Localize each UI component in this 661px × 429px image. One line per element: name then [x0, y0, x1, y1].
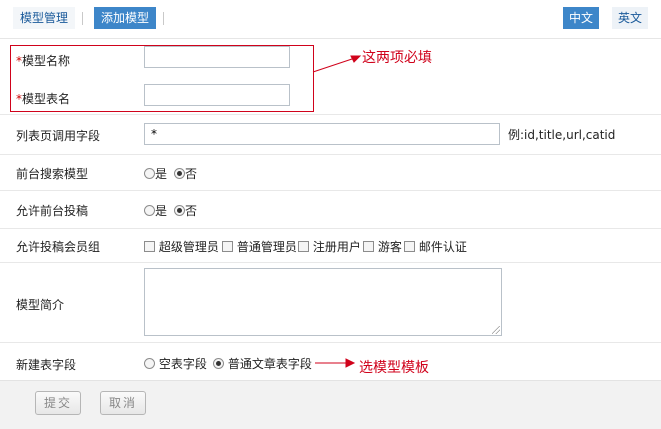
annotation-arrows [312, 55, 362, 368]
required-arrow [312, 55, 362, 73]
form-footer: 提交 取消 [0, 380, 661, 429]
template-arrow [315, 358, 356, 368]
submit-button[interactable]: 提交 [35, 391, 81, 415]
template-annotation: 选模型模板 [359, 360, 429, 376]
required-annotation: 这两项必填 [362, 50, 432, 66]
cancel-button[interactable]: 取消 [100, 391, 146, 415]
